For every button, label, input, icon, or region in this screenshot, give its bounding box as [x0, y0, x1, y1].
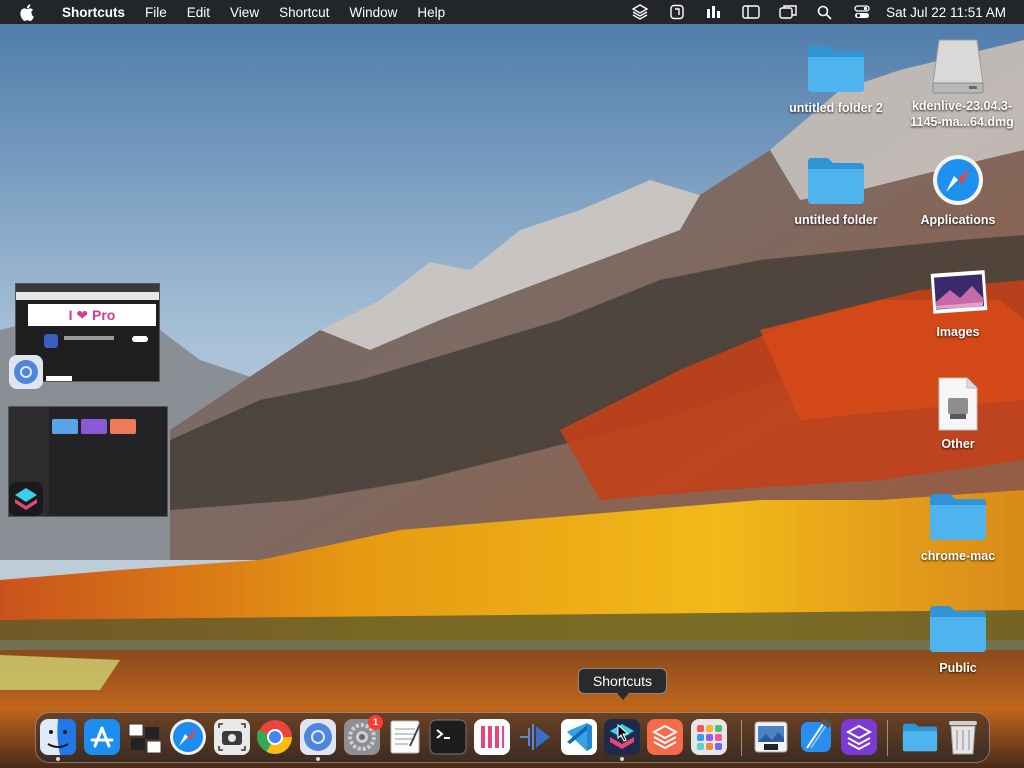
desktop-item-label: Public: [939, 661, 977, 675]
layers-icon[interactable]: [621, 0, 658, 24]
launchpad-icon[interactable]: [690, 718, 728, 756]
chrome-icon[interactable]: [256, 718, 294, 756]
menu-window[interactable]: Window: [339, 0, 407, 24]
safari-icon[interactable]: [169, 718, 207, 756]
folder-icon: [926, 598, 990, 658]
folder-icon: [804, 38, 868, 98]
menu-bar: Shortcuts File Edit View Shortcut Window…: [0, 0, 1024, 24]
safari-icon: [926, 150, 990, 210]
kdenlive-icon[interactable]: [516, 718, 554, 756]
folder-icon: [926, 486, 990, 546]
control-center-icon[interactable]: [843, 0, 880, 24]
desktop-item-label: untitled folder 2: [789, 101, 883, 115]
terminal-icon[interactable]: [429, 718, 467, 756]
menu-shortcut[interactable]: Shortcut: [269, 0, 339, 24]
thumbnail-addressbar: [16, 292, 159, 300]
shortcuts-status-icon[interactable]: [658, 0, 695, 24]
screen-mirror-icon[interactable]: [769, 0, 806, 24]
running-indicator: [620, 757, 624, 761]
thumbnail-banner: I ❤ Pro: [28, 304, 156, 326]
search-icon[interactable]: [806, 0, 843, 24]
disk-image-icon: [926, 36, 990, 96]
desktop-item-applications[interactable]: Applications: [903, 150, 1013, 228]
thumbnail-avatar: [44, 334, 58, 348]
photo-booth-icon[interactable]: [126, 718, 164, 756]
thumbnail-text-line: [64, 336, 114, 340]
mouse-cursor-icon: [617, 723, 630, 742]
textedit-icon[interactable]: [386, 718, 424, 756]
menubar-clock[interactable]: Sat Jul 22 11:51 AM: [880, 5, 1024, 20]
vscode-icon[interactable]: [560, 718, 598, 756]
shortcuts-badge-icon: [9, 482, 43, 516]
running-indicator: [56, 757, 60, 761]
document-icon: [926, 374, 990, 434]
desktop-item-label: Applications: [920, 213, 996, 227]
app-store-icon[interactable]: [83, 718, 121, 756]
notification-badge: 1: [368, 715, 383, 730]
apple-menu-icon[interactable]: [0, 3, 52, 21]
desktop-item-kdenlive-dmg[interactable]: kdenlive-23.04.3-1145-ma...64.dmg: [903, 36, 1014, 130]
layers-app-icon[interactable]: [646, 718, 684, 756]
thumbnail-tile: [46, 376, 72, 381]
menu-edit[interactable]: Edit: [177, 0, 220, 24]
screenshot-icon[interactable]: [213, 718, 251, 756]
desktop-item-label: kdenlive-23.04.3-1145-ma...64.dmg: [910, 99, 1014, 129]
thumbnail-titlebar: [16, 284, 159, 292]
folder-icon: [804, 150, 868, 210]
thumbnail-card-orange: [110, 419, 136, 434]
app-menu-shortcuts[interactable]: Shortcuts: [52, 0, 135, 24]
desktop-item-untitled-folder-2[interactable]: untitled folder 2: [781, 38, 891, 116]
trash-icon[interactable]: [944, 718, 982, 756]
thumbnail-card-purple: [81, 419, 107, 434]
running-indicator: [316, 757, 320, 761]
desktop-item-label: chrome-mac: [920, 549, 996, 563]
columns-app-icon[interactable]: [473, 718, 511, 756]
chromium-badge-icon: [9, 355, 43, 389]
finder-icon[interactable]: [39, 718, 77, 756]
chromium-icon[interactable]: [299, 718, 337, 756]
sidebar-icon[interactable]: [732, 0, 769, 24]
desktop-item-other[interactable]: Other: [903, 374, 1013, 452]
bars-icon[interactable]: [695, 0, 732, 24]
dock-separator: [741, 720, 742, 756]
dock-tooltip: Shortcuts: [578, 668, 667, 700]
downloads-folder-icon[interactable]: [901, 718, 939, 756]
thumbnail-banner-text: I ❤ Pro: [68, 306, 116, 323]
preview-icon[interactable]: [752, 718, 790, 756]
desktop-item-images[interactable]: Images: [903, 262, 1013, 340]
desktop-item-label: Other: [941, 437, 975, 451]
affinity-icon[interactable]: [840, 718, 878, 756]
desktop-item-chrome-mac[interactable]: chrome-mac: [903, 486, 1013, 564]
thumbnail-button: [132, 336, 148, 342]
dock-separator: [887, 720, 888, 756]
desktop-item-untitled-folder[interactable]: untitled folder: [781, 150, 891, 228]
menu-help[interactable]: Help: [407, 0, 455, 24]
xcode-icon[interactable]: [797, 718, 835, 756]
desktop-item-public[interactable]: Public: [903, 598, 1013, 676]
menu-view[interactable]: View: [220, 0, 269, 24]
desktop-item-label: untitled folder: [794, 213, 878, 227]
desktop-item-label: Images: [936, 325, 980, 339]
menu-file[interactable]: File: [135, 0, 177, 24]
photo-icon: [926, 262, 990, 322]
thumbnail-card-blue: [52, 419, 78, 434]
